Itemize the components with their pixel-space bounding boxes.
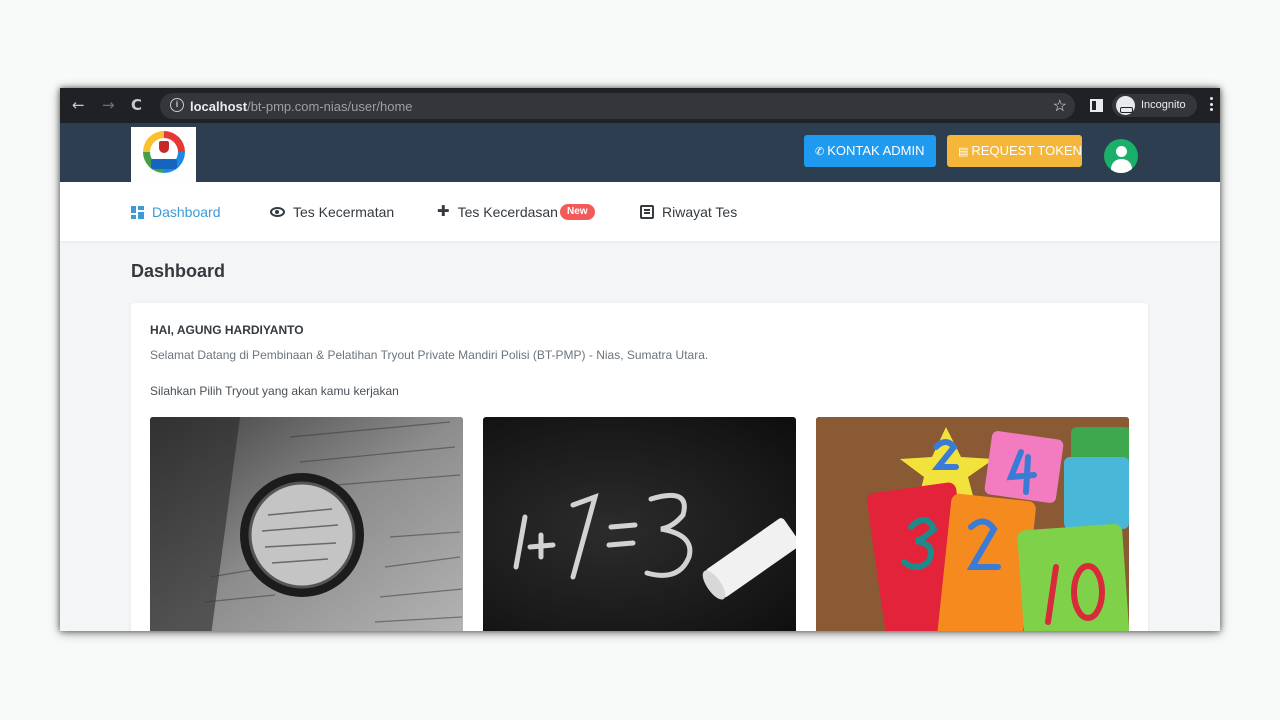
menu-item-dashboard[interactable]: Dashboard [131, 204, 221, 220]
menu-label: Dashboard [152, 204, 221, 220]
welcome-card: HAI, AGUNG HARDIYANTO Selamat Datang di … [131, 303, 1148, 631]
back-arrow-icon[interactable]: ← [72, 96, 85, 114]
browser-menu-icon[interactable] [1210, 97, 1213, 112]
incognito-label: Incognito [1141, 99, 1186, 111]
contact-admin-label: KONTAK ADMIN [827, 143, 925, 158]
url-host: localhost [190, 99, 248, 114]
menu-label: Tes Kecerdasan [457, 204, 558, 220]
welcome-text: Selamat Datang di Pembinaan & Pelatihan … [150, 348, 709, 362]
url-text[interactable]: localhost/bt-pmp.com-nias/user/home [190, 99, 413, 114]
user-head-icon [1116, 146, 1127, 157]
tryout-card-image-chalkboard[interactable] [483, 417, 796, 631]
reload-icon[interactable]: C [131, 96, 142, 114]
page-title: Dashboard [131, 261, 226, 281]
browser-window: ← → C i localhost/bt-pmp.com-nias/user/h… [60, 88, 1220, 631]
main-menu: Dashboard Tes Kecermatan ✚ Tes Kecerdasa… [60, 182, 1220, 241]
tryout-card-image-magnifier[interactable] [150, 417, 463, 631]
logo-emblem-icon [159, 141, 169, 153]
bookmark-star-icon[interactable]: ☆ [1053, 96, 1067, 116]
menu-label: Tes Kecermatan [293, 204, 395, 220]
app-header: ✆ KONTAK ADMIN ▤ REQUEST TOKEN [60, 123, 1220, 182]
dashboard-icon [131, 205, 144, 219]
incognito-indicator[interactable]: Incognito [1112, 94, 1197, 117]
address-bar[interactable]: i localhost/bt-pmp.com-nias/user/home ☆ [160, 93, 1075, 119]
magnifier-photo [150, 417, 463, 631]
greeting-text: HAI, AGUNG HARDIYANTO [150, 323, 304, 337]
request-token-button[interactable]: ▤ REQUEST TOKEN [947, 135, 1082, 167]
number-blocks-photo [816, 417, 1129, 631]
menu-item-tes-kecermatan[interactable]: Tes Kecermatan [270, 204, 394, 220]
chalkboard-photo [513, 492, 796, 600]
site-info-icon[interactable]: i [170, 98, 184, 112]
puzzle-icon: ✚ [437, 203, 450, 220]
forward-arrow-icon[interactable]: → [102, 96, 115, 114]
menu-label: Riwayat Tes [662, 204, 738, 220]
book-icon [640, 205, 654, 219]
side-panel-icon[interactable] [1090, 99, 1103, 112]
user-avatar-button[interactable] [1104, 139, 1138, 173]
browser-toolbar: ← → C i localhost/bt-pmp.com-nias/user/h… [60, 88, 1220, 123]
menu-item-riwayat-tes[interactable]: Riwayat Tes [640, 204, 737, 220]
menu-item-tes-kecerdasan[interactable]: ✚ Tes Kecerdasan New [437, 204, 595, 220]
request-token-label: REQUEST TOKEN [971, 143, 1082, 158]
choose-tryout-text: Silahkan Pilih Tryout yang akan kamu ker… [150, 384, 399, 398]
document-icon: ▤ [958, 146, 969, 158]
url-path: /bt-pmp.com-nias/user/home [247, 99, 413, 114]
tryout-card-image-number-blocks[interactable] [816, 417, 1129, 631]
whatsapp-icon: ✆ [815, 146, 825, 158]
eye-icon [270, 207, 285, 217]
logo-book-icon [151, 159, 177, 169]
user-body-icon [1111, 159, 1132, 173]
contact-admin-button[interactable]: ✆ KONTAK ADMIN [804, 135, 936, 167]
new-badge: New [559, 204, 595, 220]
app-logo[interactable] [131, 127, 196, 182]
incognito-icon [1116, 96, 1135, 115]
